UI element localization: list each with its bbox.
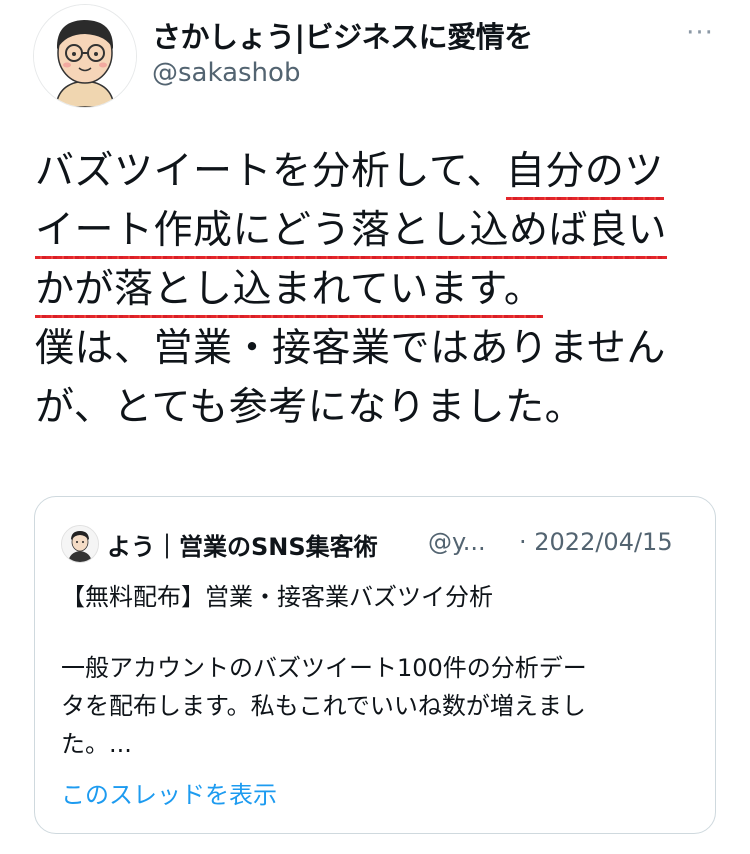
tweet-line: かが落とし込まれています。 — [35, 260, 725, 319]
tweet-text: バズツイートを分析して、自分のツ イート作成にどう落とし込めば良い かが落とし込… — [35, 142, 725, 437]
author-handle[interactable]: @sakashob — [152, 58, 300, 88]
tweet-header: さかしょう|ビジネスに愛情を @sakashob ··· — [0, 0, 750, 120]
tweet-line-text: が、とても参考になりました。 — [35, 385, 585, 430]
quoted-tweet-body: 一般アカウントのバズツイート100件の分析デー タを配布します。私もこれでいいね… — [61, 649, 691, 763]
quoted-avatar-illustration — [62, 526, 98, 562]
quoted-author-handle: @y... — [428, 528, 486, 556]
author-display-name[interactable]: さかしょう|ビジネスに愛情を — [152, 14, 533, 56]
tweet-line: イート作成にどう落とし込めば良い — [35, 201, 725, 260]
avatar-illustration — [34, 5, 136, 107]
quoted-author-name: よう｜営業のSNS集客術 — [107, 533, 378, 561]
quoted-tweet-card[interactable]: よう｜営業のSNS集客術 @y... · 2022/04/15 【無料配布】営業… — [34, 496, 716, 834]
quoted-author-avatar — [61, 525, 99, 563]
tweet-line-text-underlined: かが落とし込まれています。 — [35, 267, 544, 318]
tweet-line: バズツイートを分析して、自分のツ — [35, 142, 725, 201]
tweet-line: が、とても参考になりました。 — [35, 378, 725, 437]
show-thread-link[interactable]: このスレッドを表示 — [61, 775, 277, 810]
author-avatar[interactable] — [33, 4, 137, 108]
tweet-line-text-underlined: 自分のツ — [505, 149, 664, 200]
quoted-tweet-title: 【無料配布】営業・接客業バズツイ分析 — [61, 583, 493, 611]
quoted-body-line: タを配布します。私もこれでいいね数が増えまし — [61, 692, 586, 720]
quoted-body-line: た。... — [61, 730, 132, 758]
quoted-tweet-date: · 2022/04/15 — [519, 528, 673, 556]
tweet-line-text: バズツイートを分析して、 — [35, 149, 506, 194]
quoted-body-line: 一般アカウントのバズツイート100件の分析デー — [61, 654, 587, 682]
tweet-line-text: 僕は、営業・接客業ではありません — [35, 326, 666, 371]
more-options-icon[interactable]: ··· — [680, 18, 720, 48]
tweet-line: 僕は、営業・接客業ではありません — [35, 319, 725, 378]
tweet-line-text-underlined: イート作成にどう落とし込めば良い — [35, 208, 668, 259]
